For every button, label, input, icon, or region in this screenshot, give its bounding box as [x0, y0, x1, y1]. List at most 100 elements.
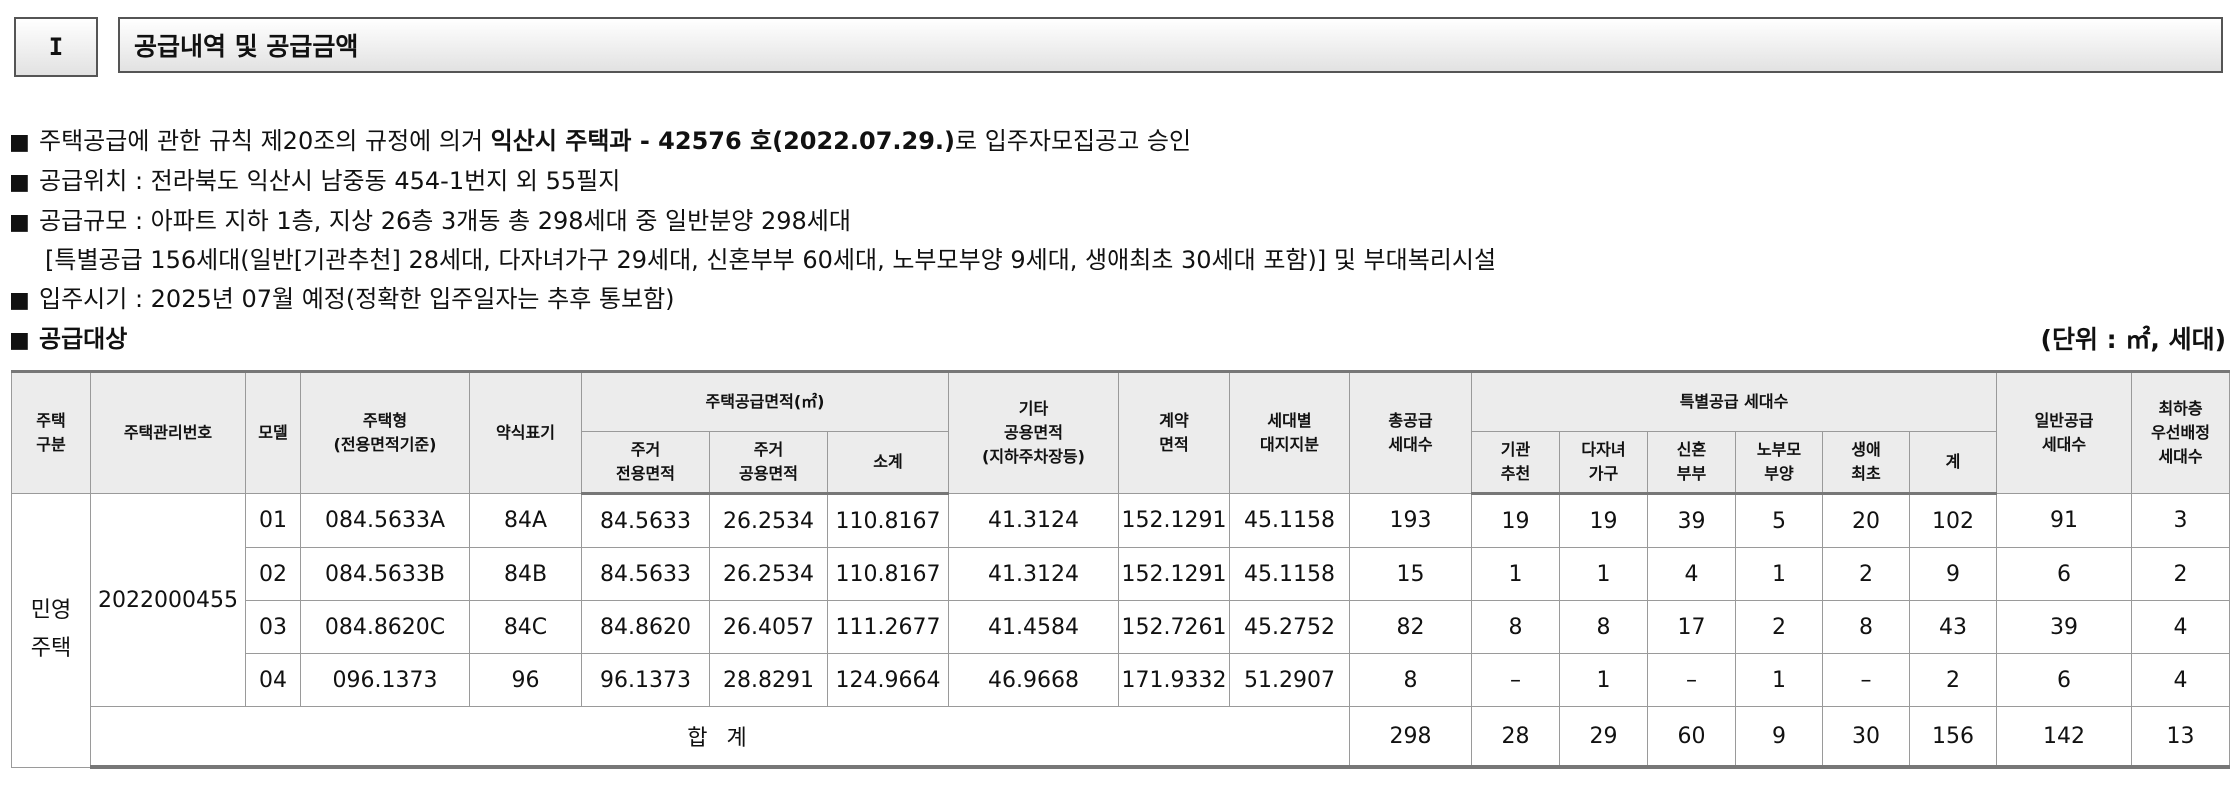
house-category-cell: 민영 주택: [11, 493, 91, 768]
square-bullet-icon: ■: [9, 130, 30, 155]
cell-subtotal: 124.9664: [827, 653, 949, 707]
table-row: 04 096.1373 96 96.1373 28.8291 124.9664 …: [12, 653, 2231, 707]
cell-model: 04: [245, 653, 301, 707]
cell-multi-child: 19: [1559, 493, 1648, 548]
cell-abbr: 84A: [469, 493, 582, 548]
cell-elderly: 5: [1735, 493, 1823, 548]
cell-first-life: –: [1822, 653, 1910, 707]
header-elderly: 노부모 부양: [1735, 431, 1823, 495]
cell-first-life: 8: [1822, 600, 1910, 654]
cell-lowest-floor: 2: [2131, 547, 2231, 601]
cell-general: 39: [1996, 600, 2133, 654]
cell-land-share: 45.1158: [1229, 493, 1350, 548]
cell-general: 6: [1996, 653, 2133, 707]
header-common-area: 주거 공용면적: [709, 431, 828, 495]
info-line-move-in: ■ 입주시기 : 2025년 07월 예정(정확한 입주일자는 추후 통보함): [9, 285, 675, 313]
cell-land-share: 51.2907: [1229, 653, 1350, 707]
header-house-type: 주택형 (전용면적기준): [300, 371, 470, 494]
cell-abbr: 84B: [469, 547, 582, 601]
cell-common: 26.4057: [709, 600, 828, 654]
cell-institution: 19: [1471, 493, 1560, 548]
header-institution: 기관 추천: [1471, 431, 1560, 495]
cell-other-common: 41.4584: [948, 600, 1119, 654]
header-total-supply: 총공급 세대수: [1349, 371, 1472, 494]
info-line-location: ■ 공급위치 : 전라북도 익산시 남중동 454-1번지 외 55필지: [9, 167, 621, 195]
total-label: 합 계: [90, 706, 1350, 769]
cell-total: 15: [1349, 547, 1472, 601]
management-number-cell: 2022000455: [90, 493, 246, 707]
square-bullet-icon: ■: [9, 210, 30, 235]
cell-total: 193: [1349, 493, 1472, 548]
cell-newlywed: 39: [1647, 493, 1736, 548]
cell-subtotal: 111.2677: [827, 600, 949, 654]
cell-exclusive: 84.8620: [581, 600, 710, 654]
cell-special-sum: 102: [1908, 493, 1998, 548]
header-special-supply-group: 특별공급 세대수: [1470, 371, 1998, 432]
cell-land-share: 45.1158: [1229, 547, 1350, 601]
cell-land-share: 45.2752: [1229, 600, 1350, 654]
cell-house-type: 084.8620C: [300, 600, 470, 654]
square-bullet-icon: ■: [9, 288, 30, 313]
total-institution: 28: [1471, 706, 1560, 769]
header-special-sum: 계: [1908, 431, 1998, 495]
cell-subtotal: 110.8167: [827, 493, 949, 548]
header-other-common-area: 기타 공용면적 (지하주차장등): [948, 371, 1119, 494]
section-number: I: [14, 17, 98, 77]
cell-multi-child: 8: [1559, 600, 1648, 654]
cell-exclusive: 84.5633: [581, 547, 710, 601]
cell-common: 28.8291: [709, 653, 828, 707]
section-title: 공급내역 및 공급금액: [118, 17, 2223, 73]
cell-other-common: 46.9668: [948, 653, 1119, 707]
total-lowest-floor: 13: [2131, 706, 2231, 769]
table-row: 03 084.8620C 84C 84.8620 26.4057 111.267…: [12, 600, 2231, 654]
cell-special-sum: 43: [1908, 600, 1998, 654]
cell-common: 26.2534: [709, 547, 828, 601]
cell-general: 6: [1996, 547, 2133, 601]
header-abbreviation: 약식표기: [469, 371, 582, 494]
cell-contract: 171.9332: [1118, 653, 1230, 707]
cell-multi-child: 1: [1559, 653, 1648, 707]
cell-newlywed: 4: [1647, 547, 1736, 601]
cell-contract: 152.7261: [1118, 600, 1230, 654]
cell-house-type: 096.1373: [300, 653, 470, 707]
cell-common: 26.2534: [709, 493, 828, 548]
supply-target-heading: ■ 공급대상: [9, 325, 128, 353]
table-row: 민영 주택 2022000455 01 084.5633A 84A 84.563…: [11, 493, 2231, 768]
cell-total: 82: [1349, 600, 1472, 654]
cell-abbr: 84C: [469, 600, 582, 654]
cell-newlywed: 17: [1647, 600, 1736, 654]
header-exclusive-area: 주거 전용면적: [581, 431, 710, 495]
cell-lowest-floor: 3: [2131, 493, 2231, 548]
header-supply-area-group: 주택공급면적(㎡): [581, 371, 949, 432]
header-lowest-floor: 최하층 우선배정 세대수: [2131, 371, 2231, 494]
cell-special-sum: 2: [1908, 653, 1998, 707]
cell-institution: 1: [1471, 547, 1560, 601]
info-line-approval: ■ 주택공급에 관한 규칙 제20조의 규정에 의거 익산시 주택과 - 4257…: [9, 127, 1192, 155]
cell-exclusive: 84.5633: [581, 493, 710, 548]
cell-elderly: 1: [1735, 547, 1823, 601]
unit-label: (단위 : ㎡, 세대): [2040, 325, 2226, 354]
total-supply: 298: [1349, 706, 1472, 769]
cell-abbr: 96: [469, 653, 582, 707]
cell-elderly: 2: [1735, 600, 1823, 654]
cell-exclusive: 96.1373: [581, 653, 710, 707]
total-special-sum: 156: [1908, 706, 1998, 769]
cell-other-common: 41.3124: [948, 547, 1119, 601]
header-first-life: 생애 최초: [1822, 431, 1910, 495]
total-general: 142: [1996, 706, 2133, 769]
total-newlywed: 60: [1647, 706, 1736, 769]
header-contract-area: 계약 면적: [1118, 371, 1230, 494]
total-row: 합 계 298 28 29 60 9 30 156 142 13: [12, 706, 2231, 769]
header-land-share: 세대별 대지지분: [1229, 371, 1350, 494]
cell-total: 8: [1349, 653, 1472, 707]
cell-model: 03: [245, 600, 301, 654]
section-header: I 공급내역 및 공급금액: [14, 17, 2229, 77]
header-management-number: 주택관리번호: [90, 371, 246, 494]
header-subtotal: 소계: [827, 431, 949, 495]
supply-table: 주택 구분 주택관리번호 모델 주택형 (전용면적기준) 약식표기 주택공급면적…: [11, 370, 2231, 769]
cell-contract: 152.1291: [1118, 493, 1230, 548]
cell-institution: 8: [1471, 600, 1560, 654]
header-general-supply: 일반공급 세대수: [1996, 371, 2133, 494]
info-line-special-supply: [특별공급 156세대(일반[기관추천] 28세대, 다자녀가구 29세대, 신…: [45, 246, 1497, 274]
total-elderly: 9: [1735, 706, 1823, 769]
